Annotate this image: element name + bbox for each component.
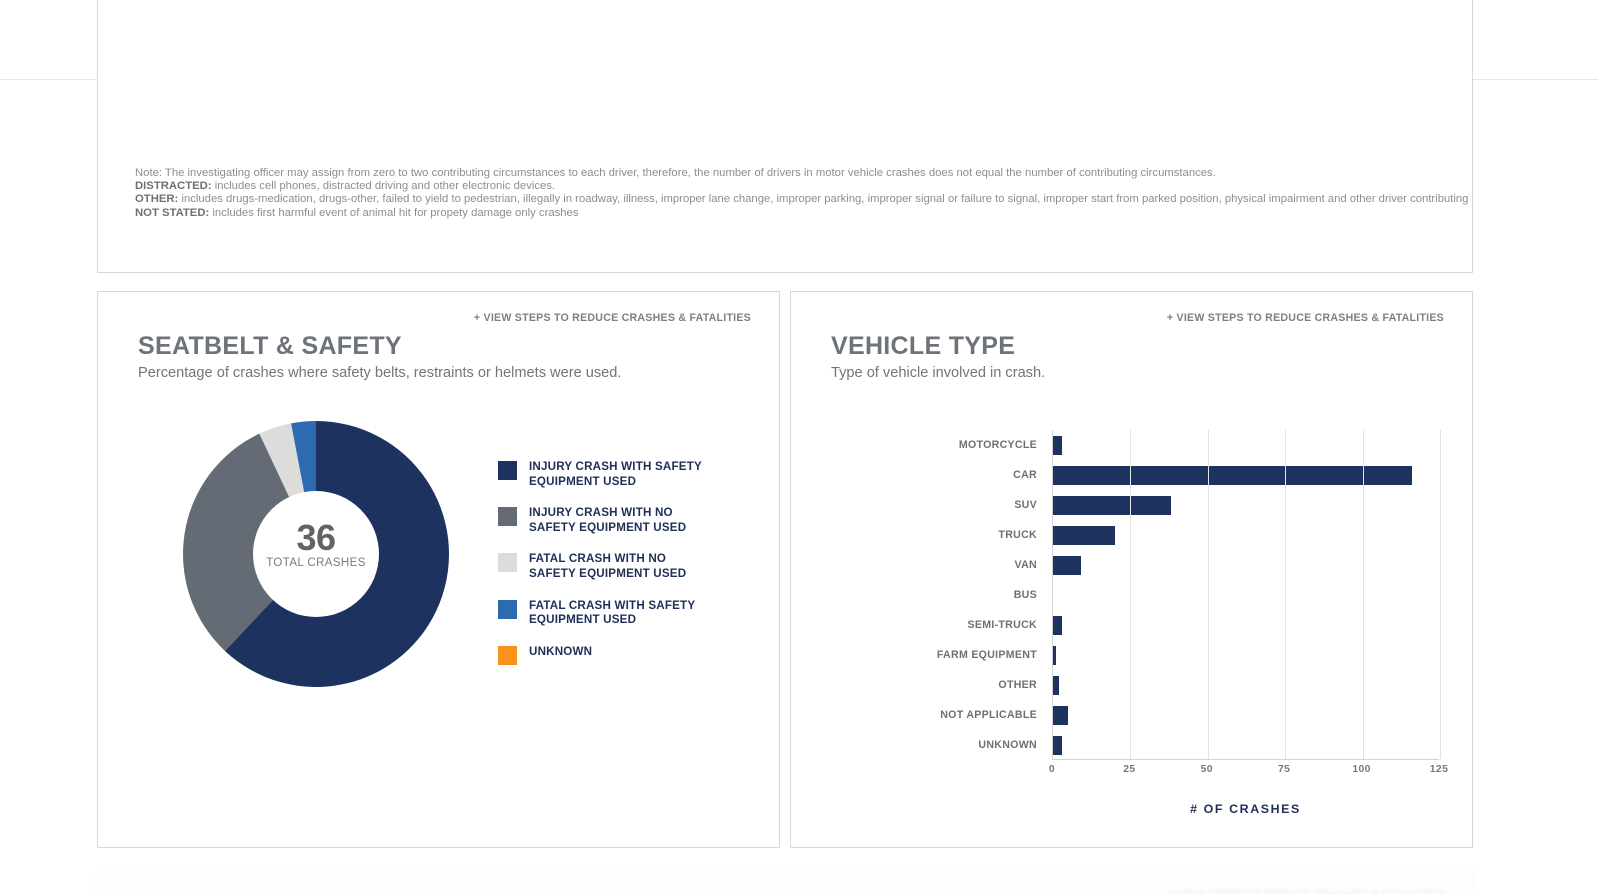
bar-chart-row	[1053, 700, 1439, 730]
manner-of-collision-panel: + VIEW STEPS TO REDUCE CRASHES & FATALIT…	[97, 868, 1473, 894]
x-tick-label: 125	[1429, 764, 1449, 775]
bar[interactable]	[1053, 645, 1057, 665]
contributing-circumstances-note-card: Note: The investigating officer may assi…	[97, 0, 1473, 273]
note-term: OTHER:	[135, 193, 179, 206]
bar-category-label: SUV	[1014, 499, 1037, 511]
bar-category-label: MOTORCYCLE	[958, 439, 1037, 451]
legend-item[interactable]: INJURY CRASH WITH NO SAFETY EQUIPMENT US…	[498, 506, 748, 535]
bar-chart-row	[1053, 580, 1439, 610]
bar-chart-row	[1053, 670, 1439, 700]
bar-chart-row	[1053, 640, 1439, 670]
bar-category-label: OTHER	[998, 679, 1037, 691]
panel-subtitle: Type of vehicle involved in crash.	[831, 365, 1046, 381]
legend-swatch	[498, 645, 517, 665]
legend-swatch	[498, 507, 517, 527]
donut-center-label: TOTAL CRASHES	[266, 557, 366, 569]
legend-swatch	[498, 599, 517, 619]
bar-chart-row	[1053, 610, 1439, 640]
note-text: includes first harmful event of animal h…	[209, 206, 579, 219]
bar-category-label: UNKNOWN	[978, 739, 1037, 751]
legend-item[interactable]: INJURY CRASH WITH SAFETY EQUIPMENT USED	[498, 460, 748, 489]
grid-line	[1285, 430, 1287, 759]
bar-chart-row	[1053, 460, 1439, 490]
bar-category-label: SEMI-TRUCK	[967, 619, 1037, 631]
bar[interactable]	[1053, 705, 1069, 725]
bar[interactable]	[1053, 435, 1063, 455]
grid-line	[1207, 430, 1209, 759]
note-line: NOT STATED: includes first harmful event…	[135, 207, 1436, 220]
bar-chart-x-axis-label: # OF CRASHES	[1190, 802, 1301, 816]
bar[interactable]	[1053, 675, 1060, 695]
vehicle-type-panel: + VIEW STEPS TO REDUCE CRASHES & FATALIT…	[790, 291, 1473, 848]
bar[interactable]	[1053, 615, 1063, 635]
bar[interactable]	[1053, 525, 1115, 545]
legend-swatch	[498, 553, 517, 573]
grid-line	[1440, 430, 1441, 759]
bar-chart-row	[1053, 730, 1439, 760]
legend-item[interactable]: FATAL CRASH WITH NO SAFETY EQUIPMENT USE…	[498, 552, 748, 581]
panel-title: SEATBELT & SAFETY	[138, 332, 402, 360]
x-tick-label: 0	[1048, 764, 1056, 775]
bar[interactable]	[1053, 555, 1081, 575]
bar-category-label: NOT APPLICABLE	[940, 709, 1037, 721]
note-text: includes drugs-medication, drugs-other, …	[178, 193, 1473, 206]
legend-label: UNKNOWN	[529, 644, 593, 658]
note-text: Note: The investigating officer may assi…	[135, 167, 1216, 179]
bar-chart-bars	[1053, 430, 1439, 759]
note-text: includes cell phones, distracted driving…	[211, 180, 556, 193]
vehicle-type-bar-chart: MOTORCYCLE CAR SUV TRUCK VAN BUS SEMI-TRUCK FAR…	[861, 422, 1461, 822]
bar-chart-x-ticks: 0 25 50 75 100 125	[1048, 764, 1448, 780]
legend-swatch	[498, 461, 517, 480]
legend-item[interactable]: FATAL CRASH WITH SAFETY EQUIPMENT USED	[498, 599, 748, 628]
note-line: DISTRACTED: includes cell phones, distra…	[135, 180, 1436, 193]
note-line: Note: The investigating officer may assi…	[135, 167, 1436, 180]
legend-label: INJURY CRASH WITH NO SAFETY EQUIPMENT US…	[529, 506, 687, 534]
legend-label: FATAL CRASH WITH NO SAFETY EQUIPMENT USE…	[529, 552, 687, 580]
x-tick-label: 25	[1123, 764, 1136, 775]
bar-chart-category-labels: MOTORCYCLE CAR SUV TRUCK VAN BUS SEMI-TRUCK FAR…	[861, 430, 1046, 760]
bar-chart-row	[1053, 520, 1439, 550]
grid-line	[1130, 430, 1132, 759]
bar-category-label: FARM EQUIPMENT	[936, 649, 1037, 661]
bar-chart-row	[1053, 550, 1439, 580]
view-steps-link[interactable]: + VIEW STEPS TO REDUCE CRASHES & FATALIT…	[474, 312, 751, 324]
bar-chart-plot-area	[1052, 430, 1441, 760]
seatbelt-safety-panel: + VIEW STEPS TO REDUCE CRASHES & FATALIT…	[97, 291, 780, 848]
view-steps-link[interactable]: + VIEW STEPS TO REDUCE CRASHES & FATALIT…	[1167, 312, 1444, 324]
bar-category-label: TRUCK	[998, 529, 1037, 541]
bar-category-label: BUS	[1013, 589, 1037, 601]
bar-category-label: VAN	[1014, 559, 1037, 571]
x-tick-label: 50	[1200, 764, 1213, 775]
grid-line	[1362, 430, 1364, 759]
x-tick-label: 75	[1278, 764, 1291, 775]
seatbelt-donut-chart: 36 TOTAL CRASHES	[182, 421, 449, 687]
bar-category-label: CAR	[1013, 469, 1037, 481]
note-term: DISTRACTED:	[135, 180, 212, 193]
panel-title: VEHICLE TYPE	[831, 332, 1016, 360]
note-line: OTHER: includes drugs-medication, drugs-…	[135, 193, 1472, 206]
note-body: Note: The investigating officer may assi…	[98, 0, 1472, 220]
bar[interactable]	[1053, 735, 1063, 755]
legend-item[interactable]: UNKNOWN	[498, 645, 748, 665]
panel-subtitle: Percentage of crashes where safety belts…	[138, 365, 622, 381]
seatbelt-legend: INJURY CRASH WITH SAFETY EQUIPMENT USED I…	[498, 460, 748, 682]
x-tick-label: 100	[1352, 764, 1371, 775]
legend-label: FATAL CRASH WITH SAFETY EQUIPMENT USED	[529, 598, 696, 627]
bar[interactable]	[1053, 465, 1413, 485]
bar-chart-row	[1053, 430, 1439, 460]
view-steps-link[interactable]: + VIEW STEPS TO REDUCE CRASHES & FATALIT…	[1167, 889, 1444, 894]
bar[interactable]	[1053, 495, 1171, 515]
donut-center-value: 36	[296, 517, 336, 558]
note-term: NOT STATED:	[135, 206, 210, 219]
legend-label: INJURY CRASH WITH SAFETY EQUIPMENT USED	[529, 460, 702, 488]
bar-chart-row	[1053, 490, 1439, 520]
